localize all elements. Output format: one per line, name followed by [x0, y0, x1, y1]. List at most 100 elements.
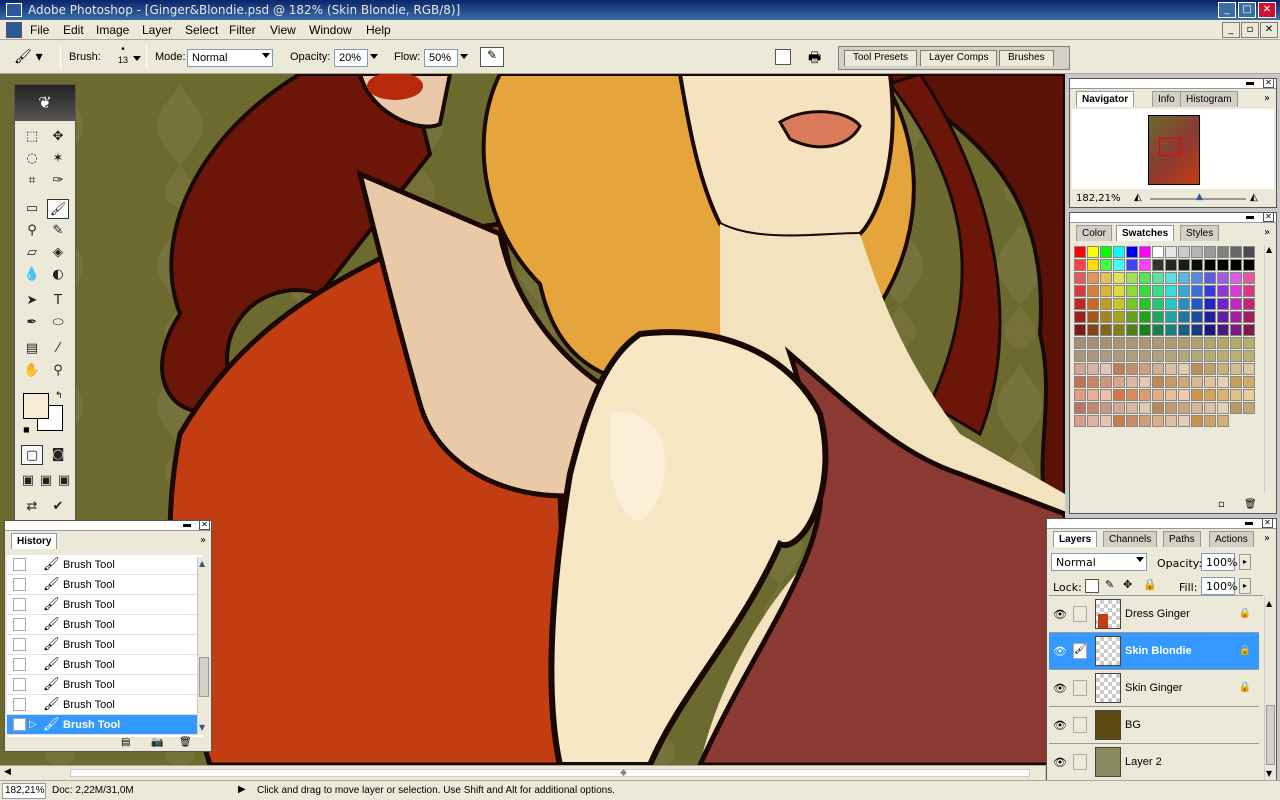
color-swatch[interactable]	[1113, 337, 1125, 349]
layer-name[interactable]: Skin Blondie	[1125, 645, 1192, 657]
dodge-tool-icon[interactable]: ◐	[47, 265, 69, 285]
minimize-button[interactable]: _	[1218, 2, 1236, 18]
mode-select[interactable]: Normal	[187, 49, 273, 67]
color-swatch[interactable]	[1152, 311, 1164, 323]
color-swatch[interactable]	[1126, 363, 1138, 375]
panel-menu-icon[interactable]: »	[1264, 93, 1270, 104]
layer-row-skin-blondie[interactable]: 👁 🖌 Skin Blondie 🔒	[1049, 633, 1259, 670]
layer-name[interactable]: Skin Ginger	[1125, 682, 1182, 694]
color-swatch[interactable]	[1087, 272, 1099, 284]
color-swatch[interactable]	[1217, 402, 1229, 414]
color-swatch[interactable]	[1204, 298, 1216, 310]
color-swatch[interactable]	[1152, 376, 1164, 388]
color-swatch[interactable]	[1217, 376, 1229, 388]
menu-layer[interactable]: Layer	[142, 23, 172, 37]
color-swatch[interactable]	[1217, 285, 1229, 297]
color-swatch[interactable]	[1126, 350, 1138, 362]
color-swatch[interactable]	[1217, 246, 1229, 258]
scrollbar-track[interactable]	[70, 769, 1030, 777]
scroll-up-icon[interactable]: ▲	[1266, 599, 1272, 608]
new-snapshot-icon[interactable]: 📷	[151, 737, 163, 748]
minimize-icon[interactable]	[1246, 82, 1254, 85]
panel-menu-icon[interactable]: »	[200, 535, 206, 546]
color-swatch[interactable]	[1217, 363, 1229, 375]
clone-stamp-tool-icon[interactable]: ⚲	[21, 221, 43, 241]
color-swatch[interactable]	[1152, 415, 1164, 427]
tab-paths[interactable]: Paths	[1163, 531, 1201, 547]
lock-transparency-icon[interactable]	[1085, 579, 1099, 593]
maximize-button[interactable]: □	[1238, 2, 1256, 18]
color-swatch[interactable]	[1074, 324, 1086, 336]
color-swatch[interactable]	[1178, 259, 1190, 271]
document-size[interactable]: Doc: 2,22M/31,0M	[52, 785, 134, 796]
brush-tool-icon[interactable]: 🖌	[47, 199, 69, 219]
snapshot-checkbox[interactable]	[13, 578, 26, 591]
color-swatch[interactable]	[1152, 298, 1164, 310]
color-swatch[interactable]	[1113, 389, 1125, 401]
color-swatch[interactable]	[1139, 324, 1151, 336]
lock-pixels-icon[interactable]: ✎	[1105, 578, 1114, 591]
layer-name[interactable]: BG	[1125, 719, 1141, 731]
color-swatch[interactable]	[1074, 259, 1086, 271]
list-item[interactable]: 🖌 Brush Tool	[7, 575, 203, 595]
view-box[interactable]	[1159, 138, 1181, 156]
menu-edit[interactable]: Edit	[63, 23, 84, 37]
scroll-left-icon[interactable]: ◀	[4, 767, 11, 777]
color-swatch[interactable]	[1113, 285, 1125, 297]
color-swatch[interactable]	[1139, 259, 1151, 271]
color-swatch[interactable]	[1165, 298, 1177, 310]
panel-menu-icon[interactable]: »	[1264, 533, 1270, 544]
color-swatch[interactable]	[1204, 246, 1216, 258]
color-swatch[interactable]	[1087, 337, 1099, 349]
list-item[interactable]: 🖌 Brush Tool	[7, 555, 203, 575]
color-swatch[interactable]	[1204, 363, 1216, 375]
color-swatch[interactable]	[1100, 298, 1112, 310]
color-swatch[interactable]	[1165, 363, 1177, 375]
path-selection-tool-icon[interactable]: ➤	[21, 291, 43, 311]
healing-brush-tool-icon[interactable]: ▭	[21, 199, 43, 219]
color-swatch[interactable]	[1178, 272, 1190, 284]
flow-slider-toggle[interactable]	[460, 54, 468, 59]
zoom-out-icon[interactable]: ◭	[1134, 192, 1142, 203]
color-swatch[interactable]	[1165, 324, 1177, 336]
minimize-icon[interactable]	[1246, 216, 1254, 219]
lasso-tool-icon[interactable]: ◌	[21, 149, 43, 169]
tab-styles[interactable]: Styles	[1180, 225, 1220, 241]
close-icon[interactable]: ✕	[1263, 212, 1274, 222]
tab-channels[interactable]: Channels	[1103, 531, 1158, 547]
list-item[interactable]: 🖌 Brush Tool	[7, 595, 203, 615]
color-swatch[interactable]	[1243, 389, 1255, 401]
navigator-zoom-value[interactable]: 182,21%	[1076, 193, 1121, 204]
color-swatch[interactable]	[1191, 337, 1203, 349]
color-swatch[interactable]	[1243, 246, 1255, 258]
color-swatch[interactable]	[1165, 272, 1177, 284]
snapshot-checkbox[interactable]	[13, 558, 26, 571]
eyedropper-tool-icon[interactable]: ⁄	[47, 339, 69, 359]
list-item[interactable]: 🖌 Brush Tool	[7, 615, 203, 635]
color-swatch[interactable]	[1165, 389, 1177, 401]
color-swatch[interactable]	[1243, 402, 1255, 414]
navigator-preview-area[interactable]	[1072, 109, 1274, 189]
color-swatch[interactable]	[1217, 415, 1229, 427]
lock-all-icon[interactable]: 🔒	[1143, 578, 1157, 591]
doc-restore-button[interactable]: ▫	[1241, 22, 1259, 38]
history-scrollbar[interactable]: ▲ ▼	[197, 557, 209, 735]
scroll-down-icon[interactable]: ▼	[1266, 769, 1272, 778]
color-swatch[interactable]	[1178, 246, 1190, 258]
swatches-scrollbar[interactable]: ▲	[1264, 245, 1275, 493]
color-swatch[interactable]	[1243, 337, 1255, 349]
close-icon[interactable]: ✕	[199, 520, 210, 530]
color-swatch[interactable]	[1243, 324, 1255, 336]
snapshot-checkbox[interactable]	[13, 658, 26, 671]
scroll-up-icon[interactable]: ▲	[1266, 245, 1272, 254]
list-item[interactable]: 🖌 Brush Tool	[7, 655, 203, 675]
color-swatch[interactable]	[1191, 246, 1203, 258]
color-swatch[interactable]	[1204, 350, 1216, 362]
color-swatch[interactable]	[1191, 376, 1203, 388]
hand-tool-icon[interactable]: ✋	[21, 361, 43, 381]
new-document-from-state-icon[interactable]: ▤	[121, 737, 130, 748]
color-swatch[interactable]	[1178, 376, 1190, 388]
color-swatch[interactable]	[1074, 246, 1086, 258]
color-swatch[interactable]	[1243, 350, 1255, 362]
tab-swatches[interactable]: Swatches	[1116, 225, 1175, 241]
